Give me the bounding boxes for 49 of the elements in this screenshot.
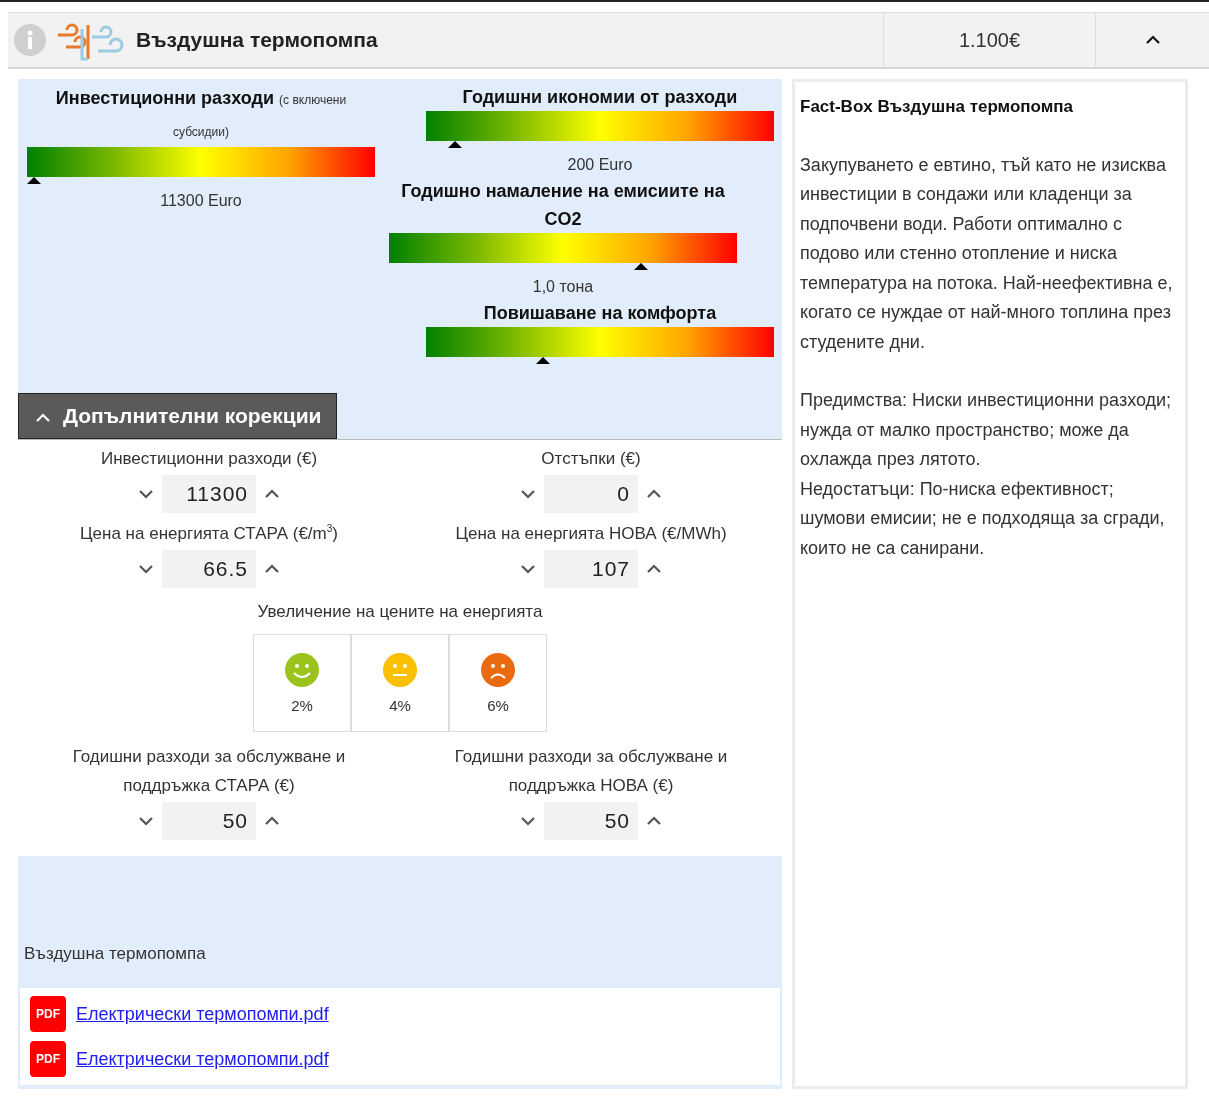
field-label: Годишни разходи за обслужване и поддръжка НОВА (€)	[453, 746, 729, 797]
chevron-up-icon	[264, 564, 280, 574]
number-field[interactable]: 50	[162, 802, 256, 840]
fact-box-text: Закупуването е евтино, тъй като не изисква инвестиции в сондажи или кладенци за подпочвени води. Работи оптимално с подово или стенно отопление и ниска температура на потока. Най-неефективна е, когато се нуждае от най-много топлина през студените дни.	[800, 153, 1174, 354]
documents-title: Въздушна термопомпа	[23, 944, 207, 965]
field-label: Годишни разходи за обслужване и поддръжка СТАРА (€)	[71, 746, 347, 797]
price-label: 1.100€	[883, 13, 1095, 67]
chevron-down-icon	[520, 489, 536, 499]
price-increase-option[interactable]: 6%	[449, 634, 547, 732]
gauge-reading: 200 Euro	[566, 155, 634, 175]
file-link[interactable]: Електрически термопомпи.pdf	[76, 1003, 329, 1025]
pdf-icon: PDF	[30, 1041, 66, 1077]
fact-box-text: Недостатъци: По-ниска ефективност; шумови емисии; не е подходяща за сгради, които не са санирани.	[800, 477, 1166, 560]
fact-box-text: Предимства: Ниски инвестиционни разходи; нужда от малко пространство; може да охлажда през лятото.	[800, 389, 1173, 471]
number-field[interactable]: 107	[544, 550, 638, 588]
field-label: Цена на енергията НОВА (€/MWh)	[454, 523, 728, 545]
chevron-down-icon	[138, 489, 154, 499]
chevron-down-icon	[138, 816, 154, 826]
chevron-up-icon	[264, 489, 280, 499]
section-label: Увеличение на цените на енергията	[257, 601, 543, 623]
chevron-up-icon	[646, 489, 662, 499]
gauge-title: Повишаване на комфорта	[482, 302, 718, 325]
chevron-down-icon	[138, 564, 154, 574]
gauge-title: Инвестиционни разходи (с включени субсидии)	[54, 87, 348, 141]
price-increase-option[interactable]: 4%	[351, 634, 449, 732]
chevron-down-icon	[520, 564, 536, 574]
chevron-up-icon	[264, 816, 280, 826]
chevron-up-icon	[646, 564, 662, 574]
chevron-down-icon	[520, 816, 536, 826]
chevron-up-icon	[35, 413, 51, 423]
number-field[interactable]: 50	[544, 802, 638, 840]
chevron-up-icon	[1144, 35, 1161, 45]
gauge-title: Годишно намаление на емисиите на CO2	[400, 180, 726, 231]
pdf-icon: PDF	[30, 996, 66, 1032]
field-label: Инвестиционни разходи (€)	[99, 448, 319, 470]
field-label: Цена на енергията СТАРА (€/m$^{3}$)	[79, 522, 339, 545]
number-field[interactable]: 66.5	[162, 550, 256, 588]
file-link[interactable]: Електрически термопомпи.pdf	[76, 1048, 329, 1070]
fact-box-title: Fact-Box Въздушна термопомпа	[800, 96, 1075, 118]
number-field[interactable]: 0	[544, 475, 638, 513]
number-field[interactable]: 11300	[162, 475, 256, 513]
field-label: Отстъпки (€)	[540, 448, 642, 470]
gauge-title: Годишни икономии от разходи	[461, 86, 739, 109]
chevron-up-icon	[646, 816, 662, 826]
price-increase-option[interactable]: 2%	[253, 634, 351, 732]
card-title: Въздушна термопомпа	[136, 28, 378, 52]
gauge-reading: 11300 Euro	[159, 191, 243, 211]
corrections-toggle[interactable]: Допълнителни корекции	[18, 393, 337, 439]
gauge-reading: 1,0 тона	[531, 277, 595, 297]
